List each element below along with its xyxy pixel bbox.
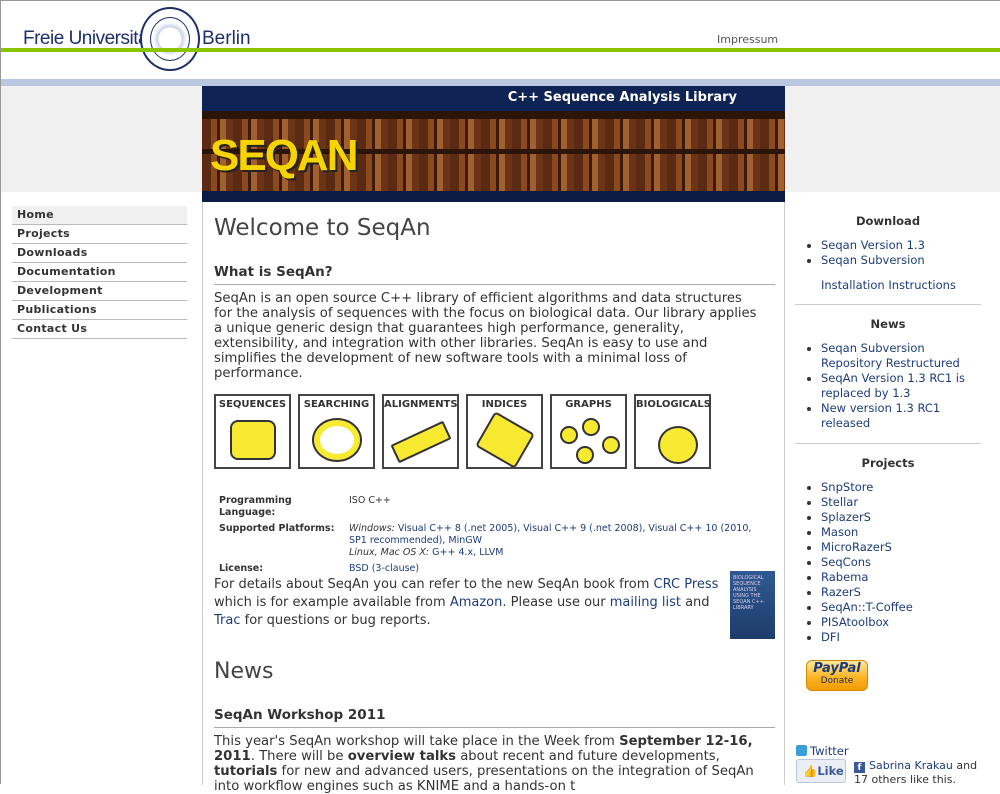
blue-band [1, 79, 1000, 86]
book-cover-image[interactable]: BIOLOGICAL SEQUENCE ANALYSIS USING THE S… [730, 571, 775, 639]
lang-value: ISO C++ [349, 495, 391, 506]
icon-label: INDICES [481, 399, 528, 410]
download-section: Download Seqan Version 1.3 Seqan Subversi… [795, 202, 981, 305]
what-heading: What is SeqAn? [214, 264, 775, 285]
donate-label: Donate [820, 676, 854, 686]
paypal-donate-button[interactable]: PayPal Donate [806, 660, 868, 691]
main-content: Welcome to SeqAn What is SeqAn? SeqAn is… [202, 202, 785, 794]
project-link[interactable]: Stellar [807, 495, 981, 510]
project-link[interactable]: SnpStore [807, 480, 981, 495]
nav-publications[interactable]: Publications [12, 301, 187, 320]
alignments-icon[interactable]: ALIGNMENTS [382, 394, 459, 469]
searching-icon[interactable]: SEARCHING [298, 394, 375, 469]
university-name: Freie Universität [23, 28, 153, 49]
workshop-heading: SeqAn Workshop 2011 [214, 707, 775, 728]
project-link[interactable]: MicroRazerS [807, 540, 981, 555]
download-link[interactable]: Seqan Subversion [807, 253, 981, 268]
twitter-icon [796, 745, 807, 756]
site-header: Freie Universität Berlin Impressum [1, 1, 1000, 79]
news-sidebar-title: News [870, 317, 906, 331]
impressum-link[interactable]: Impressum [717, 33, 778, 46]
unix-value[interactable]: G++ 4.x, LLVM [432, 547, 503, 558]
nav-home[interactable]: Home [12, 206, 187, 225]
unix-label: Linux, Mac OS X: [349, 547, 430, 558]
book-text: For details about SeqAn you can refer to… [214, 577, 719, 628]
project-link[interactable]: RazerS [807, 585, 981, 600]
banner-stripe [202, 191, 785, 202]
nav-documentation[interactable]: Documentation [12, 263, 187, 282]
project-link[interactable]: SplazerS [807, 510, 981, 525]
icon-label: ALIGNMENTS [384, 399, 458, 410]
lang-label: Programming Language: [219, 495, 292, 518]
facebook-icon: f [854, 762, 865, 773]
icon-label: SEQUENCES [218, 399, 287, 410]
facebook-like-button[interactable]: 👍Like [796, 759, 846, 783]
news-section: News Seqan Subversion Repository Restruc… [795, 305, 981, 444]
project-link[interactable]: Mason [807, 525, 981, 540]
nav-contact-us[interactable]: Contact Us [12, 320, 187, 339]
banner-title: C++ Sequence Analysis Library [507, 90, 737, 105]
header-divider [1, 48, 1000, 52]
amazon-link[interactable]: Amazon [450, 595, 503, 610]
fb-user-link[interactable]: Sabrina Krakau [869, 759, 953, 772]
sequences-icon[interactable]: SEQUENCES [214, 394, 291, 469]
twitter-label: Twitter [810, 744, 849, 758]
paypal-logo: PayPal [813, 661, 861, 676]
download-title: Download [855, 214, 921, 228]
nav-development[interactable]: Development [12, 282, 187, 301]
project-link[interactable]: DFI [807, 630, 981, 645]
project-link[interactable]: SeqAn::T-Coffee [807, 600, 981, 615]
project-link[interactable]: Rabema [807, 570, 981, 585]
installation-link[interactable]: Installation Instructions [795, 278, 981, 292]
indices-icon[interactable]: INDICES [466, 394, 543, 469]
biologicals-icon[interactable]: BIOLOGICALS [634, 394, 711, 469]
nav-projects[interactable]: Projects [12, 225, 187, 244]
crc-press-link[interactable]: CRC Press [654, 577, 719, 592]
icon-label: GRAPHS [565, 399, 612, 410]
download-link[interactable]: Seqan Version 1.3 [807, 238, 981, 253]
windows-label: Windows: [349, 523, 395, 534]
news-link[interactable]: New version 1.3 RC1 released [807, 401, 981, 431]
icon-label: BIOLOGICALS [636, 399, 711, 410]
platforms-label: Supported Platforms: [219, 523, 335, 534]
page-title: Welcome to SeqAn [214, 215, 431, 241]
bookshelf-image: SEQAN [202, 111, 785, 191]
projects-section: Projects SnpStore Stellar SplazerS Mason… [795, 444, 981, 657]
news-link[interactable]: Seqan Subversion Repository Restructured [807, 341, 981, 371]
seqan-logo: SEQAN [210, 131, 358, 180]
thumbs-up-icon: 👍 [803, 764, 818, 778]
banner: C++ Sequence Analysis Library SEQAN [202, 86, 785, 202]
info-table: Programming Language: ISO C++ Supported P… [217, 492, 761, 578]
trac-link[interactable]: Trac [214, 613, 241, 628]
project-link[interactable]: SeqCons [807, 555, 981, 570]
facebook-social-text: f Sabrina Krakau and 17 others like this. [854, 759, 984, 787]
projects-title: Projects [861, 456, 915, 470]
main-nav: Home Projects Downloads Documentation De… [12, 206, 187, 339]
feature-icons: SEQUENCES SEARCHING ALIGNMENTS INDICES G… [214, 394, 711, 469]
news-link[interactable]: SeqAn Version 1.3 RC1 is replaced by 1.3 [807, 371, 981, 401]
right-sidebar: Download Seqan Version 1.3 Seqan Subversi… [795, 202, 981, 657]
workshop-text: This year's SeqAn workshop will take pla… [214, 734, 754, 794]
mailing-list-link[interactable]: mailing list [610, 595, 681, 610]
windows-value[interactable]: Visual C++ 8 (.net 2005), Visual C++ 9 (… [349, 523, 751, 546]
what-text: SeqAn is an open source C++ library of e… [214, 291, 757, 381]
university-seal-logo[interactable] [140, 7, 200, 71]
icon-label: SEARCHING [303, 399, 370, 410]
news-title: News [214, 659, 274, 684]
nav-downloads[interactable]: Downloads [12, 244, 187, 263]
book-cover-text: BIOLOGICAL SEQUENCE ANALYSIS USING THE S… [733, 575, 764, 611]
like-label: Like [817, 764, 844, 778]
graphs-icon[interactable]: GRAPHS [550, 394, 627, 469]
university-city: Berlin [202, 28, 251, 49]
license-value[interactable]: BSD (3-clause) [349, 562, 759, 576]
license-label: License: [219, 563, 264, 574]
project-link[interactable]: PISAtoolbox [807, 615, 981, 630]
twitter-link[interactable]: Twitter [796, 744, 849, 758]
